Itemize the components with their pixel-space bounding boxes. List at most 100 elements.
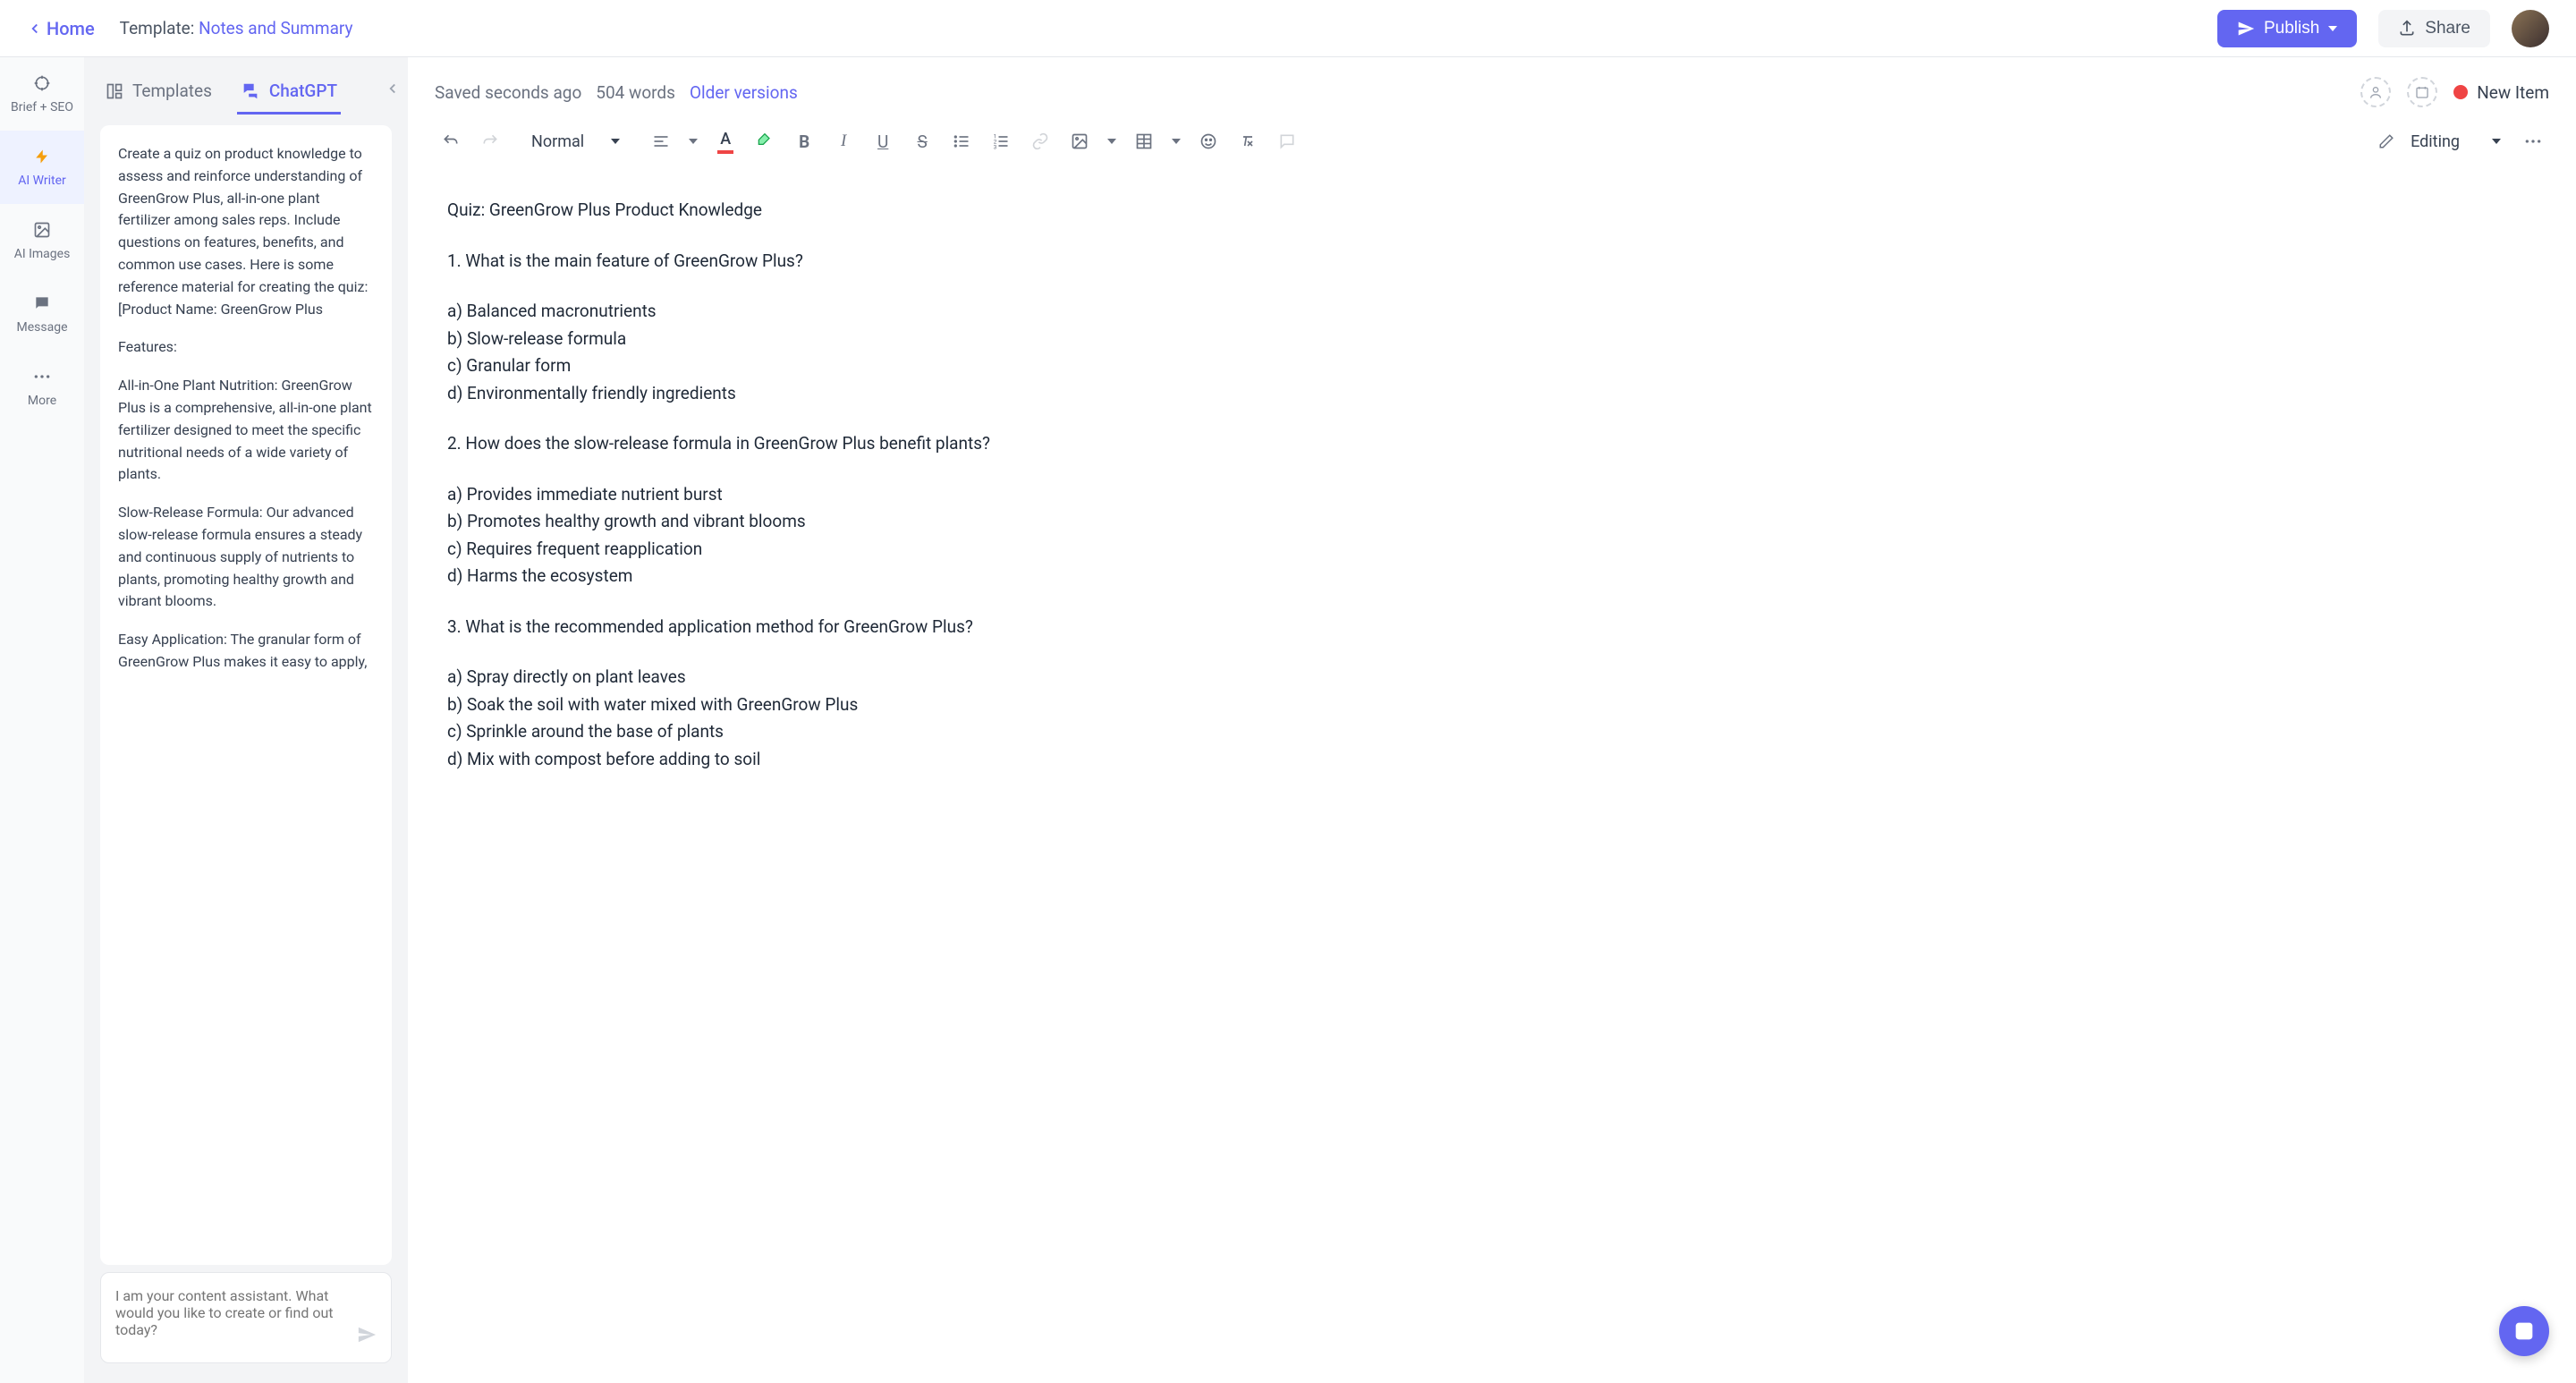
pencil-icon xyxy=(2378,133,2394,149)
calendar-icon xyxy=(2415,85,2429,99)
template-link[interactable]: Notes and Summary xyxy=(199,18,352,38)
due-date-placeholder[interactable] xyxy=(2407,77,2437,107)
sidebar-item-message[interactable]: Message xyxy=(0,277,84,351)
bullet-list-button[interactable] xyxy=(945,125,978,157)
share-button[interactable]: Share xyxy=(2378,10,2490,47)
toolbar: Normal A B I U S 123 Editing xyxy=(408,118,2576,171)
clear-format-button[interactable] xyxy=(1232,125,1264,157)
undo-button[interactable] xyxy=(435,125,467,157)
avatar[interactable] xyxy=(2512,10,2549,47)
dots-icon xyxy=(32,367,52,386)
publish-button[interactable]: Publish xyxy=(2217,10,2357,47)
versions-link[interactable]: Older versions xyxy=(690,82,798,103)
sidebar-item-more[interactable]: More xyxy=(0,351,84,424)
question-2: 2. How does the slow-release formula in … xyxy=(447,431,2537,457)
user-icon xyxy=(2368,85,2383,99)
sidebar-item-ai-images[interactable]: AI Images xyxy=(0,204,84,277)
sidebar-item-brief[interactable]: Brief + SEO xyxy=(0,57,84,131)
sidebar: Brief + SEO AI Writer AI Images Message … xyxy=(0,57,84,1383)
emoji-icon xyxy=(1199,132,1217,150)
chat-feature-2: Slow-Release Formula: Our advanced slow-… xyxy=(118,502,374,613)
document-body[interactable]: Quiz: GreenGrow Plus Product Knowledge 1… xyxy=(408,171,2576,1383)
chevron-down-icon xyxy=(1107,139,1116,144)
comment-icon xyxy=(1278,132,1296,150)
chat-content: Create a quiz on product knowledge to as… xyxy=(100,125,392,1265)
collapse-panel-button[interactable] xyxy=(385,81,401,100)
chevron-down-icon xyxy=(1172,139,1181,144)
chat-icon xyxy=(32,293,52,313)
chevron-down-icon xyxy=(689,139,698,144)
underline-icon: U xyxy=(877,132,888,152)
emoji-button[interactable] xyxy=(1192,125,1224,157)
strikethrough-icon: S xyxy=(918,132,928,152)
chevron-left-icon xyxy=(385,81,401,97)
redo-icon xyxy=(481,132,499,150)
home-link[interactable]: Home xyxy=(27,18,95,39)
status-dot-icon xyxy=(2453,85,2468,99)
editing-mode-select[interactable]: Editing xyxy=(2402,127,2510,157)
numbered-list-icon: 123 xyxy=(992,132,1010,150)
ai-panel: Templates ChatGPT Create a quiz on produ… xyxy=(84,57,408,1383)
align-dropdown[interactable] xyxy=(684,125,702,157)
tab-templates[interactable]: Templates xyxy=(102,70,216,115)
help-fab[interactable] xyxy=(2499,1306,2549,1356)
table-dropdown[interactable] xyxy=(1167,125,1185,157)
editor-header: Saved seconds ago 504 words Older versio… xyxy=(408,57,2576,118)
numbered-list-button[interactable]: 123 xyxy=(985,125,1017,157)
undo-icon xyxy=(442,132,460,150)
italic-button[interactable]: I xyxy=(827,125,860,157)
highlight-button[interactable] xyxy=(749,125,781,157)
more-button[interactable] xyxy=(2517,125,2549,157)
align-button[interactable] xyxy=(645,125,677,157)
panel-tabs: Templates ChatGPT xyxy=(84,57,408,115)
comment-button[interactable] xyxy=(1271,125,1303,157)
image-icon xyxy=(1071,132,1089,150)
word-count: 504 words xyxy=(596,82,675,103)
chevron-down-icon xyxy=(2492,139,2501,144)
chat-input[interactable] xyxy=(115,1287,357,1348)
chat-features-heading: Features: xyxy=(118,336,374,359)
bullet-list-icon xyxy=(953,132,970,150)
image-button[interactable] xyxy=(1063,125,1096,157)
sidebar-item-ai-writer[interactable]: AI Writer xyxy=(0,131,84,204)
templates-icon xyxy=(106,82,123,100)
redo-button[interactable] xyxy=(474,125,506,157)
save-status: Saved seconds ago xyxy=(435,82,581,103)
underline-button[interactable]: U xyxy=(867,125,899,157)
target-icon xyxy=(32,73,52,93)
text-color-button[interactable]: A xyxy=(709,125,741,157)
chat-input-wrap xyxy=(100,1272,392,1363)
assignee-placeholder[interactable] xyxy=(2360,77,2391,107)
send-button[interactable] xyxy=(357,1325,377,1348)
status-select[interactable]: New Item xyxy=(2453,82,2549,103)
clear-format-icon xyxy=(1239,132,1257,150)
top-header: Home Template: Notes and Summary Publish… xyxy=(0,0,2576,57)
chat-feature-1: All-in-One Plant Nutrition: GreenGrow Pl… xyxy=(118,375,374,486)
intercom-icon xyxy=(2512,1319,2537,1344)
send-icon xyxy=(357,1325,377,1345)
italic-icon: I xyxy=(841,132,846,151)
text-color-icon: A xyxy=(720,130,731,148)
link-button[interactable] xyxy=(1024,125,1056,157)
template-label: Template: Notes and Summary xyxy=(120,18,353,38)
bold-button[interactable]: B xyxy=(788,125,820,157)
header-actions: Publish Share xyxy=(2217,10,2549,47)
strike-button[interactable]: S xyxy=(906,125,938,157)
tab-chatgpt[interactable]: ChatGPT xyxy=(237,70,341,115)
image-icon xyxy=(32,220,52,240)
answers-2: a) Provides immediate nutrient burst b) … xyxy=(447,482,2537,590)
editor: Saved seconds ago 504 words Older versio… xyxy=(408,57,2576,1383)
bolt-icon xyxy=(32,147,52,166)
dots-icon xyxy=(2524,139,2542,144)
paragraph-style-select[interactable]: Normal xyxy=(522,127,629,157)
image-dropdown[interactable] xyxy=(1103,125,1121,157)
chevron-left-icon xyxy=(27,21,43,37)
chat-message: Create a quiz on product knowledge to as… xyxy=(118,143,374,320)
table-button[interactable] xyxy=(1128,125,1160,157)
answers-1: a) Balanced macronutrients b) Slow-relea… xyxy=(447,299,2537,406)
chevron-down-icon xyxy=(611,139,620,144)
chat-bubbles-icon xyxy=(241,81,260,101)
send-icon xyxy=(2237,20,2255,38)
highlight-icon xyxy=(756,132,774,150)
svg-text:3: 3 xyxy=(994,143,997,150)
